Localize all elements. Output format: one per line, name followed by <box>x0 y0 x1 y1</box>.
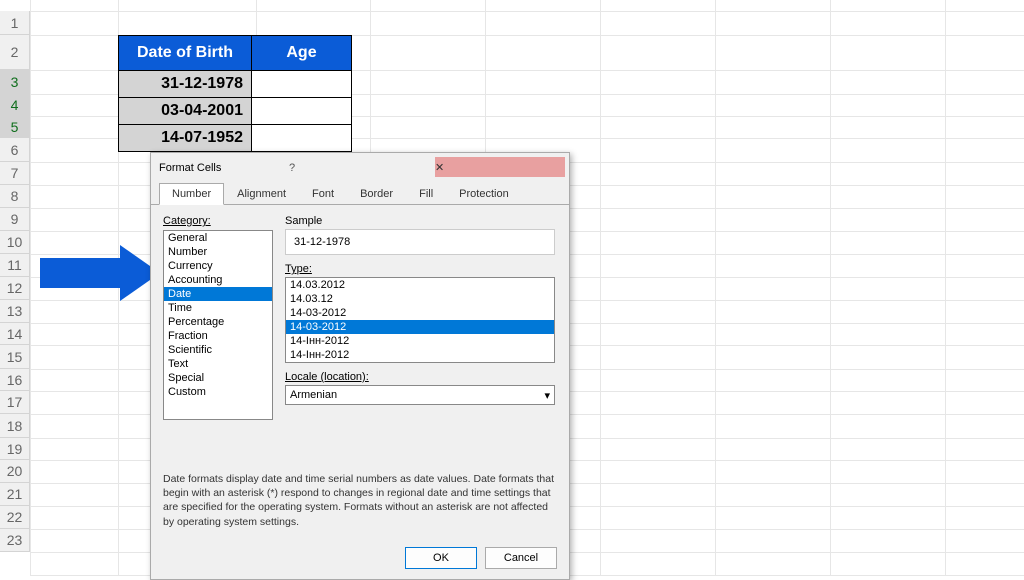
category-label: Category: <box>163 215 273 227</box>
category-item[interactable]: Time <box>164 301 272 315</box>
sample-box: 31-12-1978 <box>285 229 555 255</box>
category-item[interactable]: Scientific <box>164 343 272 357</box>
row-header[interactable]: 6 <box>0 138 30 162</box>
tab-protection[interactable]: Protection <box>446 183 522 205</box>
locale-select[interactable]: Armenian ▾ <box>285 385 555 405</box>
row-header[interactable]: 10 <box>0 231 30 254</box>
type-item[interactable]: 14-03-2012 <box>286 306 554 320</box>
category-item[interactable]: Fraction <box>164 329 272 343</box>
cancel-button[interactable]: Cancel <box>485 547 557 569</box>
row-header[interactable]: 9 <box>0 208 30 231</box>
cell-dob-1[interactable]: 31-12-1978 <box>119 71 252 98</box>
row-header[interactable]: 22 <box>0 506 30 529</box>
category-item[interactable]: Percentage <box>164 315 272 329</box>
help-button[interactable]: ? <box>289 162 419 174</box>
ok-button[interactable]: OK <box>405 547 477 569</box>
category-item[interactable]: General <box>164 231 272 245</box>
row-header[interactable]: 7 <box>0 162 30 185</box>
row-header[interactable]: 17 <box>0 391 30 414</box>
header-age[interactable]: Age <box>252 36 352 71</box>
type-item[interactable]: 2012-03-14 <box>286 362 554 363</box>
category-item[interactable]: Date <box>164 287 272 301</box>
row-header[interactable]: 21 <box>0 483 30 506</box>
dialog-title: Format Cells <box>159 162 289 174</box>
cell-dob-3[interactable]: 14-07-1952 <box>119 125 252 152</box>
dialog-tabs: NumberAlignmentFontBorderFillProtection <box>151 183 569 205</box>
cell-dob-2[interactable]: 03-04-2001 <box>119 98 252 125</box>
row-header[interactable]: 12 <box>0 277 30 300</box>
row-header[interactable]: 1 <box>0 11 30 35</box>
chevron-down-icon: ▾ <box>544 389 550 402</box>
row-header[interactable]: 14 <box>0 323 30 345</box>
type-item[interactable]: 14-03-2012 <box>286 320 554 334</box>
row-header[interactable]: 4 <box>0 94 30 116</box>
category-item[interactable]: Accounting <box>164 273 272 287</box>
row-header[interactable]: 8 <box>0 185 30 208</box>
type-list[interactable]: 14.03.201214.03.1214-03-201214-03-201214… <box>285 277 555 363</box>
cell-age-2[interactable] <box>252 98 352 125</box>
category-item[interactable]: Currency <box>164 259 272 273</box>
locale-label: Locale (location): <box>285 371 369 383</box>
category-item[interactable]: Text <box>164 357 272 371</box>
format-cells-dialog: Format Cells ? ✕ NumberAlignmentFontBord… <box>150 152 570 580</box>
type-label: Type: <box>285 263 312 275</box>
type-item[interactable]: 14.03.2012 <box>286 278 554 292</box>
tab-alignment[interactable]: Alignment <box>224 183 299 205</box>
dialog-titlebar[interactable]: Format Cells ? ✕ <box>151 153 569 183</box>
cell-age-3[interactable] <box>252 125 352 152</box>
header-dob[interactable]: Date of Birth <box>119 36 252 71</box>
row-header[interactable]: 23 <box>0 529 30 552</box>
row-header[interactable]: 5 <box>0 116 30 138</box>
callout-arrow <box>40 258 120 291</box>
type-item[interactable]: 14-Інн-2012 <box>286 334 554 348</box>
tab-fill[interactable]: Fill <box>406 183 446 205</box>
close-icon: ✕ <box>435 161 565 174</box>
data-table: Date of Birth Age 31-12-1978 03-04-2001 … <box>118 35 352 152</box>
cell-age-1[interactable] <box>252 71 352 98</box>
tab-font[interactable]: Font <box>299 183 347 205</box>
locale-value: Armenian <box>290 389 337 401</box>
row-header[interactable]: 19 <box>0 438 30 460</box>
close-button[interactable]: ✕ <box>435 157 565 177</box>
row-header[interactable]: 3 <box>0 70 30 94</box>
category-item[interactable]: Number <box>164 245 272 259</box>
row-header[interactable]: 13 <box>0 300 30 323</box>
category-item[interactable]: Custom <box>164 385 272 399</box>
tab-number[interactable]: Number <box>159 183 224 205</box>
row-header[interactable]: 2 <box>0 35 30 70</box>
category-list[interactable]: GeneralNumberCurrencyAccountingDateTimeP… <box>163 230 273 420</box>
row-header[interactable]: 15 <box>0 345 30 369</box>
type-item[interactable]: 14.03.12 <box>286 292 554 306</box>
tab-border[interactable]: Border <box>347 183 406 205</box>
sample-label: Sample <box>285 215 557 227</box>
category-item[interactable]: Special <box>164 371 272 385</box>
type-item[interactable]: 14-Інн-2012 <box>286 348 554 362</box>
description-text: Date formats display date and time seria… <box>163 420 557 529</box>
row-header[interactable]: 20 <box>0 460 30 483</box>
row-header[interactable]: 18 <box>0 414 30 438</box>
sample-value: 31-12-1978 <box>294 236 350 248</box>
row-header[interactable]: 16 <box>0 369 30 391</box>
row-header[interactable]: 11 <box>0 254 30 277</box>
